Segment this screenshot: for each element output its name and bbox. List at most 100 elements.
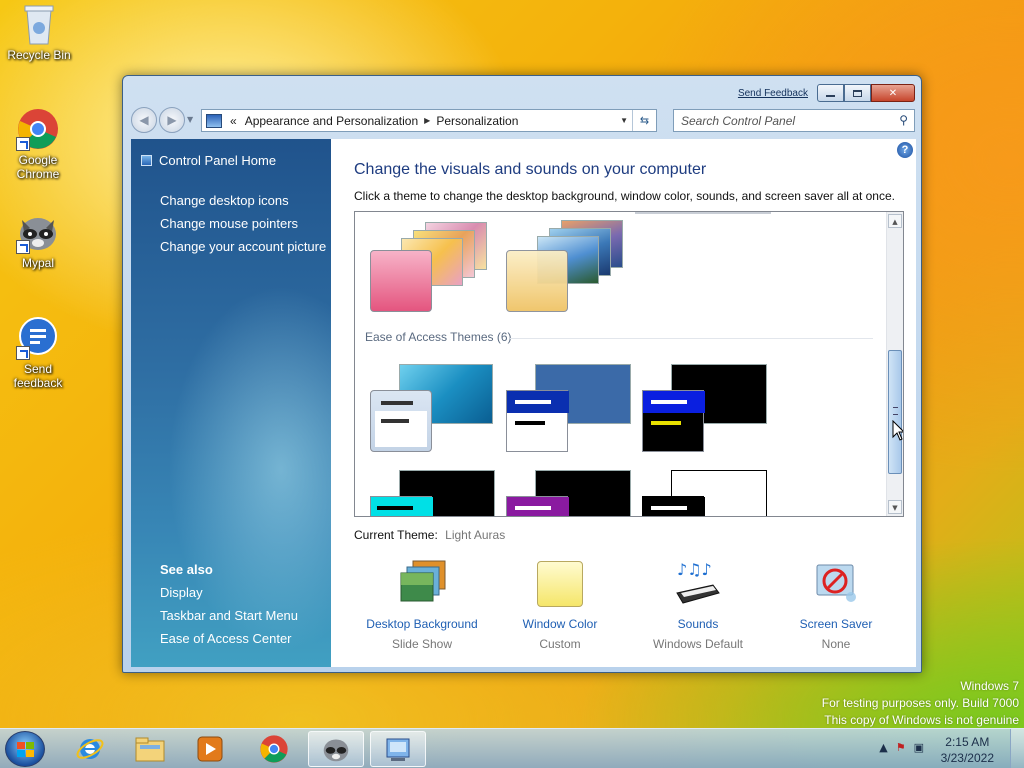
screen-saver-value: None: [821, 637, 851, 651]
breadcrumb-separator-icon[interactable]: ▶: [424, 116, 430, 125]
theme-tile-high-contrast-blue[interactable]: [505, 362, 631, 454]
personalization-window: Send Feedback ✕ ◀ ▶ ▼ « Appearance and P…: [122, 75, 922, 673]
scroll-thumb[interactable]: [888, 350, 902, 474]
swatch-bar: [651, 421, 681, 425]
action-center-flag-icon[interactable]: ⚑: [896, 741, 906, 754]
change-mouse-pointers-link[interactable]: Change mouse pointers: [160, 212, 326, 235]
desktop-background-link[interactable]: Desktop Background: [357, 617, 487, 631]
back-button[interactable]: ◀: [131, 107, 157, 133]
current-theme: Current Theme: Light Auras: [354, 528, 505, 542]
breadcrumb-personalization[interactable]: Personalization: [436, 114, 518, 128]
media-player-icon: [197, 736, 223, 762]
title-bar[interactable]: Send Feedback ✕: [123, 76, 921, 104]
window-color-value: Custom: [539, 637, 581, 651]
maximize-button[interactable]: [844, 84, 871, 102]
desktop-background-icon: [397, 559, 447, 609]
sounds-icon: ♪♫♪: [673, 559, 723, 609]
task-links: Change desktop icons Change mouse pointe…: [160, 189, 326, 258]
desktop-background-setting[interactable]: Desktop Background Slide Show: [357, 559, 487, 651]
address-overflow-chevron[interactable]: «: [230, 114, 237, 128]
window-color-icon: [535, 559, 585, 609]
refresh-button[interactable]: ⇆: [632, 110, 656, 131]
sounds-link[interactable]: Sounds: [633, 617, 763, 631]
desktop-background-value: Slide Show: [391, 637, 453, 651]
help-button[interactable]: ?: [897, 142, 913, 158]
screen-saver-icon: [811, 559, 861, 609]
taskbar-control-panel[interactable]: [370, 731, 426, 767]
desktop-icon-mypal[interactable]: Mypal: [0, 210, 76, 270]
theme-tile-high-contrast-1[interactable]: [641, 362, 771, 454]
recycle-bin-icon: [17, 2, 61, 46]
taskbar-start-menu-link[interactable]: Taskbar and Start Menu: [160, 604, 298, 627]
folder-icon: [135, 737, 165, 762]
taskbar-google-chrome[interactable]: [246, 731, 302, 767]
control-panel-icon: [386, 738, 410, 761]
desktop-icon-label: Google Chrome: [16, 153, 60, 181]
scroll-grip-icon: [893, 407, 898, 415]
sounds-setting[interactable]: ♪♫♪ Sounds Windows Default: [633, 559, 763, 651]
control-panel-home-link[interactable]: Control Panel Home: [159, 153, 276, 168]
clock-date: 3/23/2022: [940, 751, 994, 765]
page-description: Click a theme to change the desktop back…: [354, 189, 895, 203]
search-input[interactable]: Search Control Panel: [681, 114, 795, 128]
theme-window-color-swatch: [506, 496, 569, 516]
system-clock[interactable]: 2:15 AM 3/23/2022: [941, 734, 994, 766]
scroll-up-icon[interactable]: ▲: [888, 214, 902, 228]
mypal-raccoon-icon: [323, 739, 349, 762]
desktop-icon-recycle-bin[interactable]: Recycle Bin: [1, 2, 77, 62]
send-feedback-link[interactable]: Send Feedback: [738, 88, 808, 99]
page-title: Change the visuals and sounds on your co…: [354, 161, 707, 178]
recent-pages-dropdown-icon[interactable]: ▼: [187, 115, 193, 124]
start-button[interactable]: [5, 731, 45, 767]
theme-list[interactable]: Ease of Access Themes (6) ▲ ▼: [354, 211, 904, 517]
theme-tile-high-contrast-2[interactable]: [369, 470, 499, 516]
show-hidden-icons-icon[interactable]: ▲: [879, 741, 887, 754]
change-desktop-icons-link[interactable]: Change desktop icons: [160, 189, 326, 212]
desktop-icon-label: Send feedback: [13, 362, 63, 390]
taskbar-windows-explorer[interactable]: [122, 731, 178, 767]
forward-button[interactable]: ▶: [159, 107, 185, 133]
chrome-icon: [260, 735, 288, 763]
feedback-icon: [16, 316, 60, 360]
screen-saver-setting[interactable]: Screen Saver None: [771, 559, 901, 651]
window-color-setting[interactable]: Window Color Custom: [495, 559, 625, 651]
minimize-icon: [826, 94, 835, 97]
taskbar-media-player[interactable]: [182, 731, 238, 767]
desktop-icon-send-feedback[interactable]: Send feedback: [0, 316, 76, 390]
forward-arrow-icon: ▶: [167, 113, 177, 127]
current-theme-label: Current Theme:: [354, 528, 438, 542]
window-color-link[interactable]: Window Color: [495, 617, 625, 631]
desktop-icon-google-chrome[interactable]: Google Chrome: [0, 107, 76, 181]
address-dropdown-icon[interactable]: ▼: [620, 116, 628, 125]
theme-tile-high-contrast-white[interactable]: [641, 470, 771, 516]
swatch-body: [375, 411, 427, 447]
taskbar-internet-explorer[interactable]: [62, 731, 118, 767]
theme-list-scrollbar[interactable]: ▲ ▼: [886, 212, 903, 516]
swatch-bar: [381, 401, 413, 405]
ease-of-access-center-link[interactable]: Ease of Access Center: [160, 627, 298, 650]
swatch-bar: [515, 400, 551, 404]
theme-tile-high-contrast-black[interactable]: [505, 470, 635, 516]
show-desktop-button[interactable]: [1010, 729, 1024, 768]
navigation-toolbar: ◀ ▶ ▼ « Appearance and Personalization ▶…: [129, 106, 915, 134]
taskbar-mypal[interactable]: [308, 731, 364, 767]
watermark-line-3: This copy of Windows is not genuine: [824, 713, 1019, 727]
search-icon[interactable]: ⚲: [899, 113, 908, 127]
close-button[interactable]: ✕: [871, 84, 915, 102]
scroll-down-icon[interactable]: ▼: [888, 500, 902, 514]
screen-saver-link[interactable]: Screen Saver: [771, 617, 901, 631]
theme-tile-landscapes[interactable]: [505, 212, 771, 316]
svg-text:♪♫♪: ♪♫♪: [677, 560, 712, 579]
search-box[interactable]: Search Control Panel ⚲: [673, 109, 915, 132]
breadcrumb-appearance[interactable]: Appearance and Personalization: [245, 114, 418, 128]
swatch-bar: [515, 506, 551, 510]
theme-tile-flowers[interactable]: [369, 216, 489, 316]
internet-explorer-icon: [76, 739, 104, 759]
network-icon[interactable]: ▣: [914, 741, 924, 754]
address-bar[interactable]: « Appearance and Personalization ▶ Perso…: [201, 109, 657, 132]
minimize-button[interactable]: [817, 84, 844, 102]
display-link[interactable]: Display: [160, 581, 298, 604]
theme-tile-windows-basic[interactable]: [369, 362, 493, 454]
maximize-icon: [853, 89, 862, 97]
change-account-picture-link[interactable]: Change your account picture: [160, 235, 326, 258]
